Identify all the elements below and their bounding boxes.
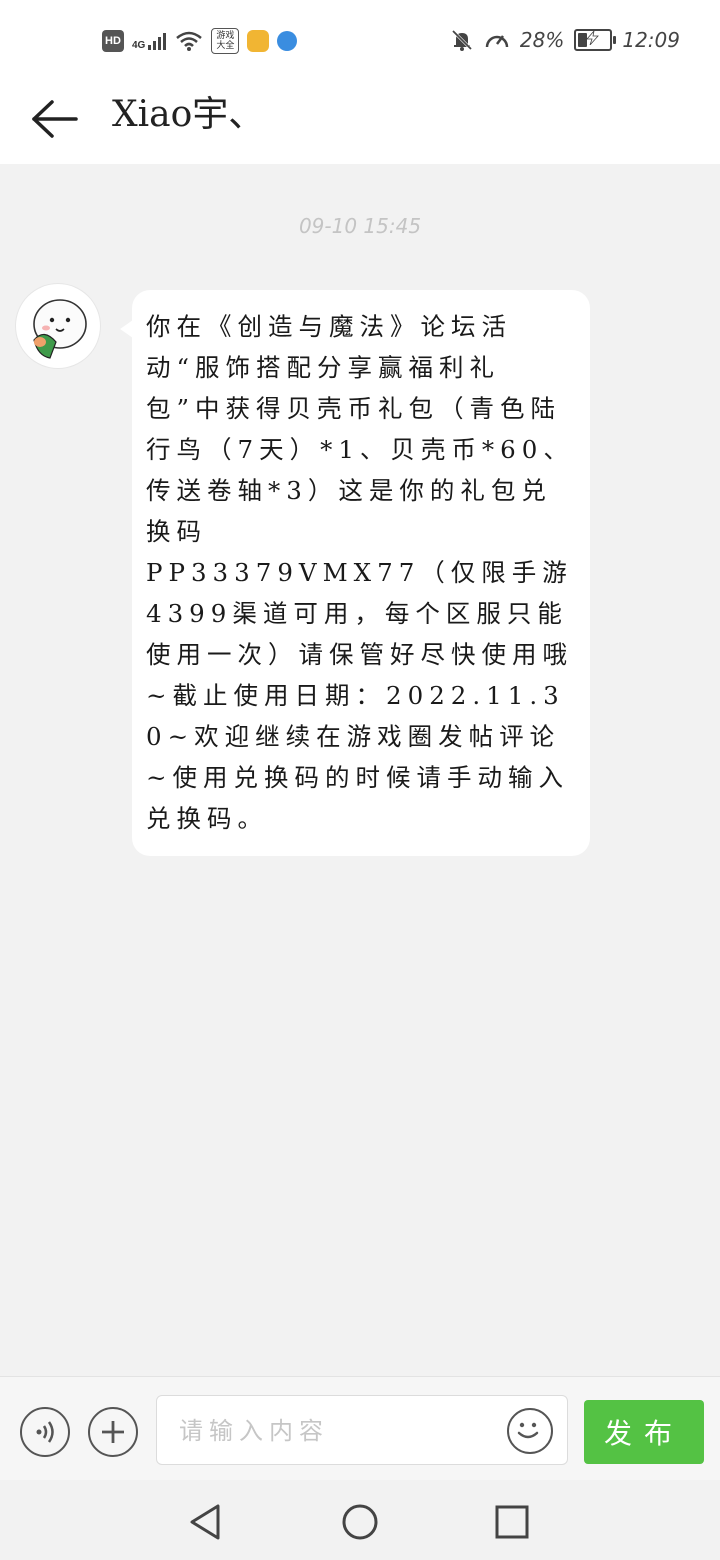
message-bubble[interactable]: 你在《创造与魔法》论坛活动“服饰搭配分享赢福利礼包”中获得贝壳币礼包（青色陆行鸟…: [120, 290, 590, 856]
network-type: 4G: [132, 40, 146, 51]
back-button[interactable]: [30, 98, 82, 140]
voice-button[interactable]: [20, 1407, 70, 1457]
cup-app-icon: [247, 30, 270, 52]
mute-bell-icon: [451, 29, 472, 51]
nav-home-button[interactable]: [340, 1502, 380, 1542]
game-app-badge: 游戏大全: [211, 28, 240, 54]
clock: 12:09: [622, 28, 680, 52]
message-input-box[interactable]: [156, 1395, 568, 1465]
smiley-icon: [517, 1422, 538, 1438]
battery-icon: [574, 29, 617, 51]
message-input[interactable]: [177, 1412, 491, 1450]
battery-percent: 28%: [519, 28, 565, 52]
wifi-icon: [176, 31, 203, 51]
square-recent-icon: [495, 1505, 529, 1539]
arrow-left-icon: [32, 100, 78, 138]
publish-button[interactable]: 发布: [584, 1400, 704, 1464]
add-attachment-button[interactable]: [88, 1407, 138, 1457]
emoji-button[interactable]: [507, 1408, 553, 1454]
plus-icon: [102, 1421, 124, 1443]
signal-group: 4G: [132, 31, 167, 51]
triangle-back-icon: [190, 1504, 220, 1540]
conversation-title: Xiao宇、: [112, 94, 265, 135]
signal-bars-icon: [148, 33, 167, 50]
system-nav-bar: [0, 1480, 720, 1560]
voice-icon: [36, 1421, 54, 1443]
circle-home-icon: [342, 1504, 378, 1540]
hd-badge: HD: [102, 30, 124, 52]
speed-gauge-icon: [485, 35, 509, 48]
chat-area[interactable]: 09-10 15:45 你在《创造与魔法》论坛活动“服饰搭配分享赢福利礼包”中获…: [0, 164, 720, 1376]
status-bar: HD 4G 游戏大全 28% 12:09: [0, 0, 720, 84]
status-left-group: HD 4G 游戏大全: [102, 28, 298, 54]
message-timestamp: 09-10 15:45: [298, 214, 422, 238]
message-text: 你在《创造与魔法》论坛活动“服饰搭配分享赢福利礼包”中获得贝壳币礼包（青色陆行鸟…: [146, 312, 574, 833]
chat-header: Xiao宇、: [0, 84, 720, 164]
charging-bolt-icon: [586, 31, 600, 45]
avatar[interactable]: [16, 284, 100, 368]
browser-app-icon: [277, 31, 298, 51]
status-right-group: 28% 12:09: [450, 28, 680, 52]
input-bar: 发布: [0, 1376, 720, 1481]
nav-recent-button[interactable]: [492, 1502, 532, 1542]
title-wrap: Xiao宇、: [112, 90, 264, 140]
avatar-cartoon-icon: [33, 299, 87, 359]
nav-back-button[interactable]: [186, 1502, 226, 1542]
